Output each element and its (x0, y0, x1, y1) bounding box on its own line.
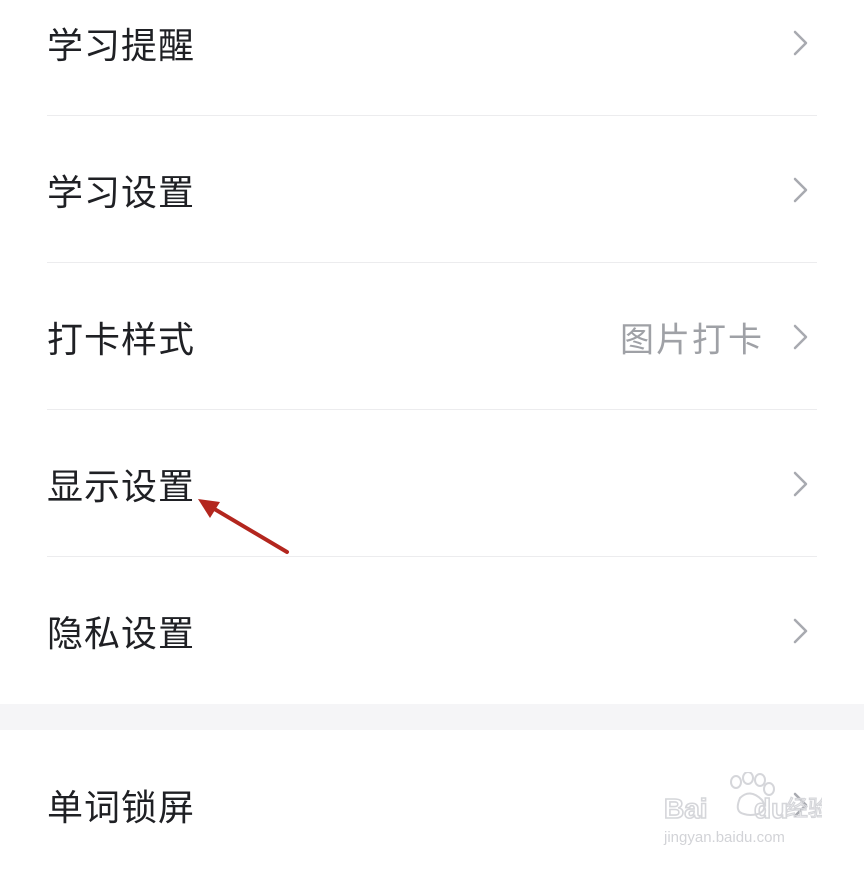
chevron-right-icon (793, 618, 808, 643)
settings-group: 学习提醒 学习设置 打卡样式 图片打卡 显示设置 隐私设置 (0, 0, 864, 704)
settings-row-value: 图片打卡 (620, 320, 764, 360)
settings-row-privacy-settings[interactable]: 隐私设置 (0, 557, 864, 704)
settings-row-display-settings[interactable]: 显示设置 (0, 410, 864, 557)
chevron-right-icon (793, 471, 808, 496)
chevron-right-icon (793, 324, 808, 349)
annotation-arrow-icon (198, 499, 289, 554)
settings-row-label: 打卡样式 (47, 319, 196, 361)
settings-row-label: 学习提醒 (47, 25, 196, 67)
chevron-right-icon (793, 30, 808, 55)
settings-row-checkin-style[interactable]: 打卡样式 图片打卡 (0, 263, 864, 410)
svg-text:经验: 经验 (786, 797, 822, 822)
settings-row-label: 显示设置 (47, 466, 196, 508)
svg-text:jingyan.baidu.com: jingyan.baidu.com (663, 829, 785, 846)
settings-row-study-reminder[interactable]: 学习提醒 (0, 0, 864, 116)
svg-text:Bai: Bai (664, 793, 708, 824)
chevron-right-icon (793, 177, 808, 202)
settings-row-study-settings[interactable]: 学习设置 (0, 116, 864, 263)
settings-row-label: 单词锁屏 (47, 788, 196, 829)
baidu-jingyan-watermark-logo: Bai du 经验 jingyan.baidu.com (663, 772, 822, 846)
settings-row-label: 学习设置 (47, 172, 196, 214)
section-separator (0, 704, 864, 730)
settings-row-label: 隐私设置 (47, 613, 196, 655)
svg-text:du: du (754, 793, 788, 824)
